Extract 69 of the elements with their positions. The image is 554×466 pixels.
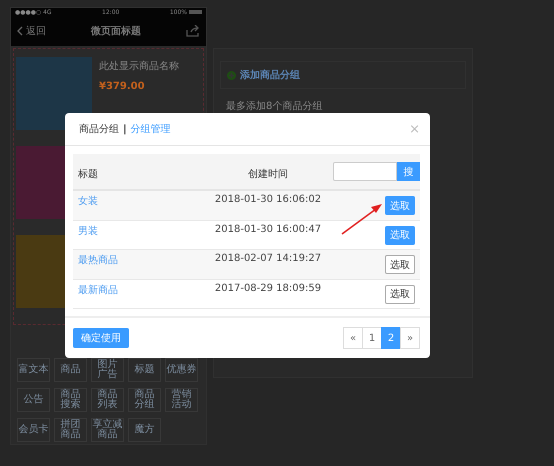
select-button[interactable]: 选取 xyxy=(385,255,415,274)
tile-label: 商品 xyxy=(60,365,80,375)
tab-separator: | xyxy=(123,124,127,134)
tile-label: 搜索 xyxy=(60,400,80,410)
component-tile[interactable]: 会员卡 xyxy=(17,418,50,442)
group-link[interactable]: 男装 xyxy=(73,220,203,238)
select-button[interactable]: 选取 xyxy=(385,226,415,244)
add-group-link[interactable]: 添加商品分组 xyxy=(240,68,300,82)
tile-label: 拼团 xyxy=(60,420,80,430)
table-cell-text: 2018-02-07 14:19:27 xyxy=(214,252,322,264)
component-tile[interactable]: 营销 活动 xyxy=(165,388,198,412)
share-icon[interactable] xyxy=(186,25,200,38)
confirm-button[interactable]: 确定使用 xyxy=(73,328,129,348)
hint-text: 最多添加8个商品分组 xyxy=(225,100,324,113)
plus-icon xyxy=(227,70,236,80)
search-button[interactable]: 搜 xyxy=(397,162,420,181)
page-button[interactable]: » xyxy=(400,327,420,349)
table-cell-text: 2018-01-30 16:06:02 xyxy=(214,193,322,205)
tile-label: 营销 xyxy=(172,390,192,400)
component-tile[interactable]: 拼团 商品 xyxy=(54,418,87,442)
page-button[interactable]: « xyxy=(343,327,363,349)
tile-label: 商品 xyxy=(134,390,154,400)
component-tile[interactable]: 标题 xyxy=(128,358,161,382)
column-header: 标题 xyxy=(77,168,99,182)
tile-label: 列表 xyxy=(98,400,118,410)
component-tile[interactable]: 富文本 xyxy=(17,358,50,382)
annotation-arrow xyxy=(340,202,384,236)
group-link[interactable]: 女装 xyxy=(73,191,203,208)
tile-label: 优惠券 xyxy=(166,365,196,375)
component-tile[interactable]: 商品 列表 xyxy=(91,388,124,412)
component-tile[interactable]: 魔方 xyxy=(128,418,161,442)
select-button[interactable]: 选取 xyxy=(385,284,415,304)
tab[interactable]: 分组管理 xyxy=(130,122,171,136)
tile-label: 商品 xyxy=(60,390,80,400)
tile-label: 享立减 xyxy=(92,420,122,430)
tile-label: 魔方 xyxy=(134,425,154,435)
group-link[interactable]: 最热商品 xyxy=(73,250,203,267)
component-tile[interactable]: 公告 xyxy=(17,388,50,412)
search-field[interactable] xyxy=(333,162,397,181)
tile-label: 公告 xyxy=(24,395,44,405)
select-button[interactable]: 选取 xyxy=(385,196,415,215)
page-title: 微页面标题 xyxy=(91,24,141,38)
tab[interactable]: 商品分组 xyxy=(79,122,119,136)
group-link[interactable]: 最新商品 xyxy=(73,280,203,296)
back-icon[interactable] xyxy=(17,26,23,36)
tile-label: 会员卡 xyxy=(18,425,48,435)
tile-label: 分组 xyxy=(134,400,154,410)
tile-label: 广告 xyxy=(98,370,118,380)
table-cell-text: 2018-01-30 16:00:47 xyxy=(214,222,322,234)
component-tile[interactable]: 享立减 商品 xyxy=(91,418,124,442)
component-tile[interactable]: 商品 分组 xyxy=(128,388,161,412)
table-cell-text: 2017-08-29 18:09:59 xyxy=(214,282,322,294)
tile-label: 富文本 xyxy=(18,365,48,375)
component-tile[interactable]: 商品 搜索 xyxy=(54,388,87,412)
tile-label: 标题 xyxy=(134,365,154,375)
tile-label: 商品 xyxy=(60,430,80,440)
battery-icon xyxy=(188,10,202,14)
product-name: 此处显示商品名称 xyxy=(99,60,179,73)
component-tile[interactable]: 优惠券 xyxy=(165,358,198,382)
tile-label: 商品 xyxy=(98,390,118,400)
product-price: ¥379.00 xyxy=(99,81,146,92)
back-link[interactable]: 返回 xyxy=(26,24,46,38)
component-tile[interactable]: 图片 广告 xyxy=(91,358,124,382)
tile-label: 活动 xyxy=(172,400,192,410)
column-header: 创建时间 xyxy=(247,168,289,182)
tile-label: 商品 xyxy=(98,430,118,440)
tile-label: 图片 xyxy=(98,360,118,370)
component-tile[interactable]: 商品 xyxy=(54,358,87,382)
page-button[interactable]: 2 xyxy=(381,327,401,349)
